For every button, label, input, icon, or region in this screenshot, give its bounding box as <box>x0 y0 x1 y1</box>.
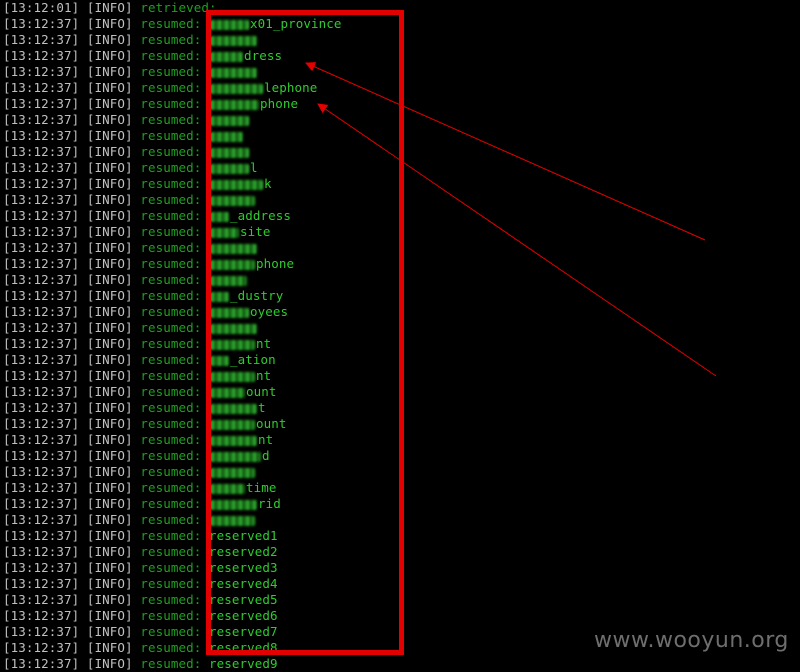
annotation-arrows <box>305 62 717 377</box>
arrow-to-phone <box>317 103 717 377</box>
watermark-text: www.wooyun.org <box>594 628 789 653</box>
arrow-to-address <box>305 62 706 241</box>
terminal-window: [13:12:01] [INFO] retrieved: [13:12:37] [… <box>0 0 800 671</box>
